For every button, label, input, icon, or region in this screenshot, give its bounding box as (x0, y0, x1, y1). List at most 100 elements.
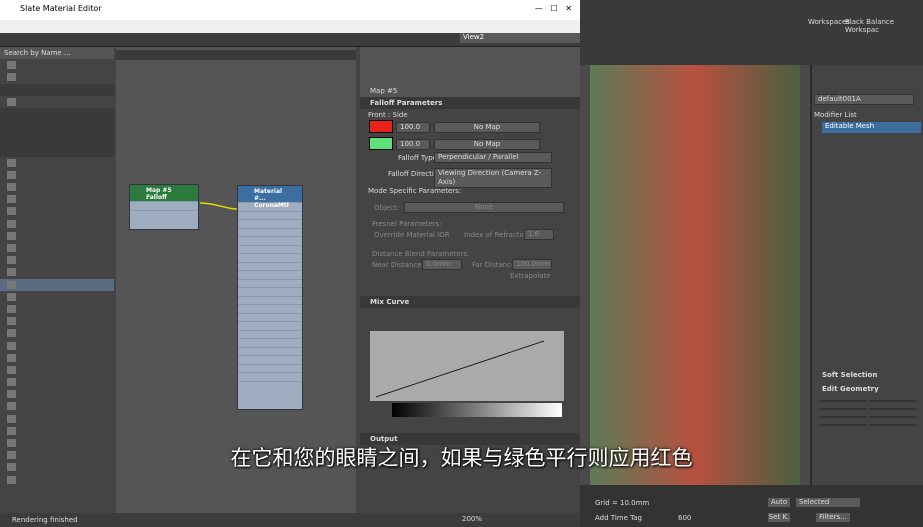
browser-item[interactable] (0, 413, 114, 425)
geometry-button[interactable] (869, 416, 917, 418)
browser-item[interactable] (0, 303, 114, 315)
zoom-level[interactable]: 200% (462, 515, 482, 523)
editable-mesh-item[interactable]: Editable Mesh (822, 122, 921, 133)
browser-group[interactable] (0, 83, 114, 96)
near-distance-label: Near Distance: (372, 261, 424, 269)
browser-item[interactable] (0, 169, 114, 181)
browser-item[interactable] (0, 266, 114, 278)
selection-option[interactable] (812, 224, 923, 235)
map-swatch-icon (7, 341, 16, 350)
set-key-button[interactable]: Set K. (767, 512, 791, 523)
soft-selection-rollout[interactable]: Soft Selection (822, 371, 877, 379)
selection-option[interactable] (812, 201, 923, 212)
map-swatch-icon (7, 158, 16, 167)
front-map-button[interactable]: No Map (434, 122, 540, 133)
front-amount[interactable]: 100.0 (396, 122, 430, 133)
ior-field[interactable]: 1.6 (524, 229, 554, 240)
curve-graph[interactable] (370, 331, 564, 401)
menu-bar (0, 20, 580, 33)
geometry-button[interactable] (869, 408, 917, 410)
selection-option[interactable] (812, 247, 923, 258)
browser-item[interactable] (0, 205, 114, 217)
geometry-button[interactable] (819, 408, 867, 410)
browser-item[interactable] (0, 59, 114, 71)
selection-option[interactable] (812, 281, 923, 292)
geometry-button[interactable] (869, 400, 917, 402)
navigator: View2 (360, 33, 580, 85)
map-swatch-icon (7, 329, 16, 338)
browser-item[interactable] (0, 254, 114, 266)
browser-item[interactable] (0, 242, 114, 254)
geometry-button[interactable] (819, 424, 867, 426)
geometry-button[interactable] (819, 400, 867, 402)
object-button[interactable]: None (404, 202, 564, 213)
geometry-button[interactable] (869, 424, 917, 426)
filters-button[interactable]: Filters... (815, 512, 851, 523)
near-distance-field[interactable]: 0.0mm (422, 259, 462, 270)
front-color-swatch[interactable] (369, 120, 393, 133)
override-ior-checkbox[interactable]: Override Material IOR (374, 231, 450, 239)
selection-option[interactable] (812, 349, 923, 360)
key-filter-select[interactable]: Selected (795, 497, 861, 508)
status-text: Rendering finished (12, 516, 78, 524)
browser-item[interactable] (0, 364, 114, 376)
selection-option[interactable] (812, 269, 923, 280)
browser-item[interactable] (0, 278, 114, 291)
browser-group[interactable] (0, 120, 114, 133)
timeline[interactable]: Grid = 10.0mm Add Time Tag 600 Auto Sele… (580, 485, 923, 527)
browser-item[interactable] (0, 327, 114, 339)
browser-item[interactable] (0, 230, 114, 242)
edit-geometry-rollout[interactable]: Edit Geometry (822, 385, 879, 393)
browser-item[interactable] (0, 425, 114, 437)
viewport[interactable] (580, 65, 810, 485)
selection-option[interactable] (812, 338, 923, 349)
selection-option[interactable] (812, 258, 923, 269)
browser-item[interactable] (0, 181, 114, 193)
selection-option[interactable] (812, 235, 923, 246)
falloff-rollout[interactable]: Falloff Parameters (360, 97, 580, 109)
window-controls[interactable]: — ☐ ✕ (535, 4, 572, 13)
status-bar: Rendering finished 200% (0, 513, 580, 527)
geometry-button[interactable] (819, 416, 867, 418)
browser-group[interactable] (0, 144, 114, 157)
browser-item[interactable] (0, 71, 114, 83)
selection-option[interactable] (812, 326, 923, 337)
object-name-field[interactable]: default001A (814, 94, 914, 105)
browser-item[interactable] (0, 96, 114, 108)
side-map-button[interactable]: No Map (434, 139, 540, 150)
map-swatch-icon (7, 195, 16, 204)
browser-group[interactable] (0, 132, 114, 145)
falloff-direction-select[interactable]: Viewing Direction (Camera Z-Axis) (434, 168, 552, 188)
selection-option[interactable] (812, 315, 923, 326)
browser-item[interactable] (0, 340, 114, 352)
browser-group[interactable] (0, 107, 114, 121)
workspace-select[interactable]: Black Balance Workspac (845, 18, 923, 34)
browser-item[interactable] (0, 400, 114, 412)
map-swatch-icon (7, 304, 16, 313)
frame-field[interactable]: 600 (678, 514, 691, 522)
extrapolate-checkbox[interactable]: Extrapolate (510, 272, 551, 280)
browser-item[interactable] (0, 352, 114, 364)
view-select[interactable]: View2 (460, 33, 580, 43)
side-color-swatch[interactable] (369, 137, 393, 150)
map-swatch-icon (7, 207, 16, 216)
selection-option[interactable] (812, 292, 923, 303)
time-tag[interactable]: Add Time Tag (595, 514, 642, 522)
browser-item[interactable] (0, 388, 114, 400)
browser-item[interactable] (0, 376, 114, 388)
selection-option[interactable] (812, 304, 923, 315)
search-input[interactable]: Search by Name ... (0, 47, 114, 60)
falloff-type-select[interactable]: Perpendicular / Parallel (434, 152, 552, 163)
mix-curve-rollout[interactable]: Mix Curve (360, 296, 580, 308)
side-amount[interactable]: 100.0 (396, 139, 430, 150)
auto-key-button[interactable]: Auto (767, 497, 791, 508)
browser-item[interactable] (0, 291, 114, 303)
browser-item[interactable] (0, 315, 114, 327)
browser-item[interactable] (0, 474, 114, 486)
browser-item[interactable] (0, 218, 114, 230)
browser-item[interactable] (0, 193, 114, 205)
browser-item[interactable] (0, 157, 114, 169)
map-swatch-icon (7, 402, 16, 411)
selection-option[interactable] (812, 212, 923, 223)
far-distance-field[interactable]: 100.0mm (512, 259, 552, 270)
